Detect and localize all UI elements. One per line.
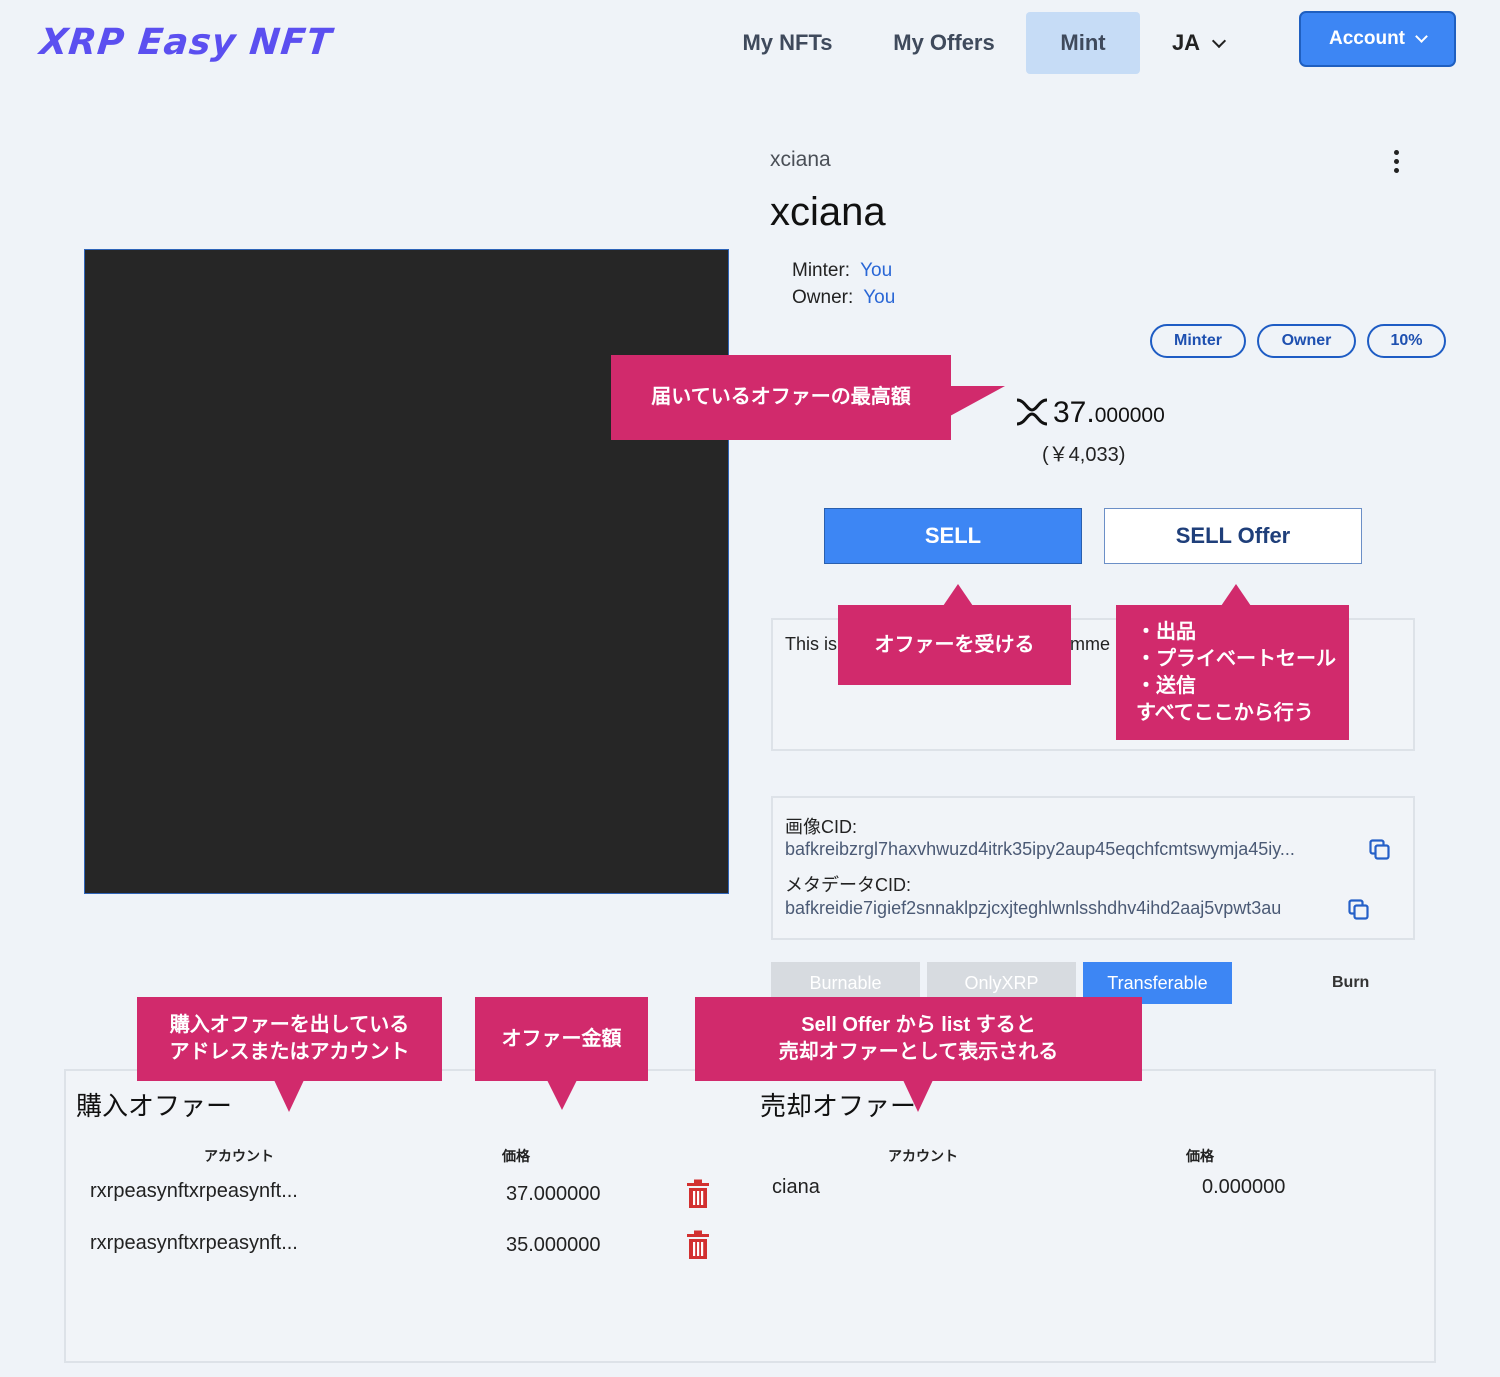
metadata-cid-label: メタデータCID: (785, 875, 911, 895)
callout-highest-offer: 届いているオファーの最高額 (611, 355, 951, 440)
owner-row: Owner: You (792, 287, 895, 309)
minter-link[interactable]: You (860, 260, 892, 281)
sell-offer-button[interactable]: SELL Offer (1104, 508, 1362, 564)
language-label: JA (1171, 30, 1201, 55)
callout-pointer (1221, 584, 1251, 606)
callout-pointer (547, 1080, 577, 1110)
account-label: Account (1329, 28, 1405, 49)
burn-button[interactable]: Burn (1332, 974, 1369, 992)
badge-owner: Owner (1257, 324, 1356, 358)
xrp-icon (1016, 398, 1048, 426)
nft-image (84, 249, 729, 894)
account-button[interactable]: Account (1299, 11, 1456, 67)
language-selector[interactable]: JA (1158, 12, 1238, 74)
price-jpy: (￥4,033) (1042, 444, 1126, 466)
callout-pointer (943, 584, 973, 606)
sell-col-price: 価格 (1186, 1148, 1214, 1164)
sell-button[interactable]: SELL (824, 508, 1082, 564)
buy-offers-title: 購入オファー (76, 1091, 233, 1121)
image-cid-label: 画像CID: (785, 817, 857, 837)
callout-pointer (903, 1080, 933, 1112)
callout-accept-offer: オファーを受ける (838, 605, 1071, 685)
nft-title: xciana (770, 190, 886, 234)
metadata-cid-value: bafkreidie7igief2snnaklpzjcxjteghlwnlssh… (785, 898, 1282, 918)
buy-offer-account[interactable]: rxrpeasynftxrpeasynft... (90, 1232, 298, 1255)
chevron-down-icon (1415, 30, 1428, 43)
description-text-end: mme (1070, 634, 1110, 654)
trash-icon[interactable] (685, 1179, 711, 1209)
callout-sell-list: Sell Offer から list すると 売却オファーとして表示される (695, 997, 1142, 1081)
nav-mint[interactable]: Mint (1026, 12, 1140, 74)
more-options-icon[interactable] (1390, 150, 1402, 176)
offers-panel (64, 1069, 1436, 1363)
copy-icon[interactable] (1369, 839, 1391, 861)
owner-label: Owner: (792, 287, 854, 308)
buy-col-price: 価格 (502, 1148, 530, 1164)
sell-col-account: アカウント (888, 1148, 958, 1164)
buy-offer-account[interactable]: rxrpeasynftxrpeasynft... (90, 1180, 298, 1203)
trash-icon[interactable] (685, 1230, 711, 1260)
badge-royalty: 10% (1367, 324, 1446, 358)
buy-col-account: アカウント (204, 1148, 274, 1164)
highest-offer-price: 37.000000 (1053, 396, 1165, 429)
sell-offer-account[interactable]: ciana (772, 1176, 820, 1199)
collection-name[interactable]: xciana (770, 148, 831, 172)
callout-sell-offer-actions: ・出品 ・プライベートセール ・送信 すべてここから行う (1116, 605, 1349, 740)
chevron-down-icon (1211, 33, 1227, 49)
badge-minter: Minter (1150, 324, 1246, 358)
sell-offers-title: 売却オファー (760, 1091, 917, 1121)
callout-offer-amount: オファー金額 (475, 997, 648, 1081)
callout-pointer (274, 1080, 304, 1112)
app-logo[interactable]: XRP Easy NFT (38, 22, 334, 63)
nav-my-nfts[interactable]: My NFTs (730, 12, 845, 74)
owner-link[interactable]: You (863, 287, 895, 308)
buy-offer-price: 37.000000 (506, 1183, 601, 1205)
nav-my-offers[interactable]: My Offers (882, 12, 1006, 74)
buy-offer-price: 35.000000 (506, 1234, 601, 1256)
copy-icon[interactable] (1348, 899, 1370, 921)
sell-offer-price: 0.000000 (1202, 1176, 1286, 1198)
description-text-start: This is (785, 634, 838, 654)
image-cid-value: bafkreibzrgl7haxvhwuzd4itrk35ipy2aup45eq… (785, 839, 1295, 859)
callout-pointer (950, 386, 1005, 416)
callout-buy-account: 購入オファーを出している アドレスまたはアカウント (137, 997, 442, 1081)
minter-label: Minter: (792, 260, 851, 281)
minter-row: Minter: You (792, 260, 892, 282)
